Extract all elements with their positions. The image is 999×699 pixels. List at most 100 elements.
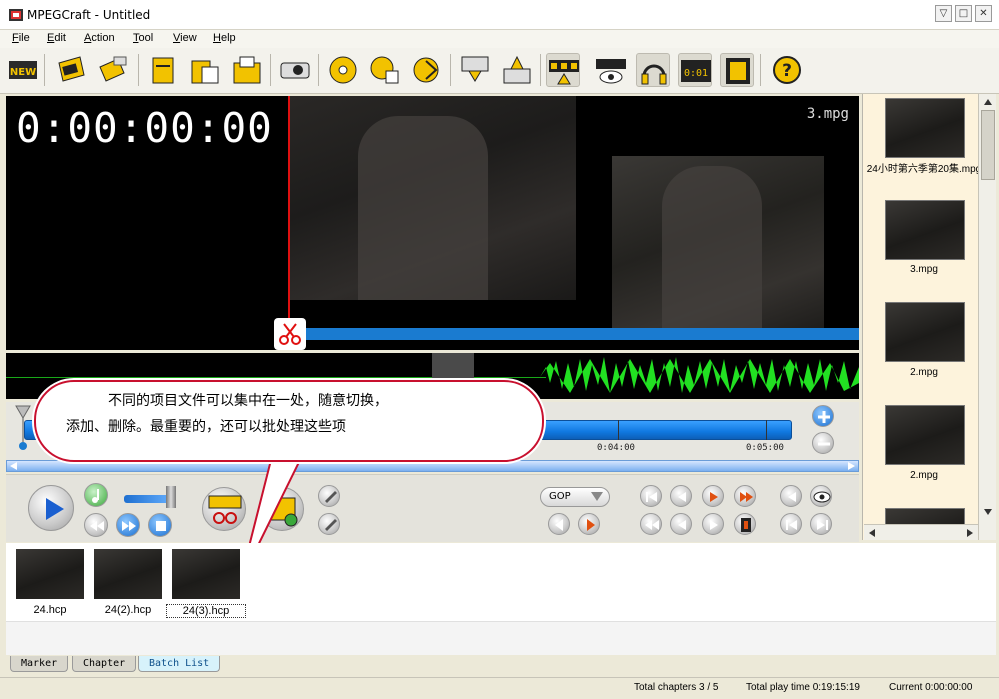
tab-chapter[interactable]: Chapter [72, 656, 137, 672]
clip-thumbnail[interactable] [885, 405, 965, 465]
playback-progress[interactable] [296, 328, 859, 340]
burn-disc-button[interactable] [326, 53, 360, 87]
marker-icon [325, 519, 337, 531]
nav-button-3[interactable] [702, 485, 724, 507]
mark-out-button[interactable] [318, 513, 340, 535]
menu-view[interactable]: View [173, 32, 197, 44]
forward-end-icon [740, 492, 753, 502]
scroll-down-icon[interactable] [981, 506, 995, 518]
preview-button[interactable] [594, 53, 628, 87]
minimize-button[interactable]: ▽ [935, 5, 952, 22]
headphones-icon [641, 64, 667, 85]
batch-thumbnail[interactable] [172, 549, 240, 599]
open-video-button[interactable] [54, 53, 88, 87]
nav-button-9[interactable] [780, 485, 802, 507]
batch-item-label[interactable]: 24.hcp [10, 604, 90, 616]
tab-batch-list[interactable]: Batch List [138, 656, 221, 672]
clip-list-scrollbar[interactable] [978, 94, 996, 540]
prev-gop-button[interactable] [548, 513, 570, 535]
clip-list-hscrollbar[interactable] [864, 524, 978, 540]
waveform-signal [540, 357, 859, 393]
clip-name: 3.mpg [806, 106, 849, 122]
scroll-up-icon[interactable] [981, 96, 995, 108]
batch-item-label[interactable]: 24(2).hcp [88, 604, 168, 616]
export-button[interactable] [500, 53, 534, 87]
menu-file[interactable]: File [12, 32, 30, 44]
menu-tool[interactable]: Tool [133, 32, 153, 44]
scroll-left-icon[interactable] [9, 462, 19, 470]
save-icon [233, 56, 261, 84]
batch-thumbnail[interactable] [94, 549, 162, 599]
stop-button[interactable] [148, 513, 172, 537]
capture-button[interactable] [278, 53, 312, 87]
next-gop-button[interactable] [578, 513, 600, 535]
timecode-button[interactable]: 0:01 [678, 53, 712, 87]
help-button[interactable]: ? [770, 53, 804, 87]
nav-button-5[interactable] [640, 513, 662, 535]
nav-button-10[interactable] [780, 513, 802, 535]
batch-list[interactable]: 24.hcp 24(2).hcp 24(3).hcp [6, 543, 996, 655]
gop-select[interactable]: GOP [540, 487, 610, 507]
batch-item-label-selected[interactable]: 24(3).hcp [166, 604, 246, 618]
disc-export-button[interactable] [410, 53, 444, 87]
plus-icon [818, 411, 830, 423]
rewind-icon [90, 521, 104, 531]
new-project-button[interactable]: NEW [6, 53, 40, 87]
cut-marker[interactable] [274, 318, 306, 350]
nav-button-6[interactable] [670, 513, 692, 535]
view-chapter-button[interactable] [810, 485, 832, 507]
import-button[interactable] [458, 53, 492, 87]
status-playtime: Total play time 0:19:15:19 [746, 682, 860, 693]
audio-button[interactable] [636, 53, 670, 87]
scroll-left-icon[interactable] [866, 527, 878, 539]
help-icon: ? [773, 56, 801, 84]
volume-knob[interactable] [166, 486, 176, 508]
clip-button[interactable] [720, 53, 754, 87]
fast-forward-button[interactable] [116, 513, 140, 537]
title-bar: MPEGCraft - Untitled ▽ □ ✕ [0, 0, 999, 30]
clip-thumbnail[interactable] [885, 302, 965, 362]
close-button[interactable]: ✕ [975, 5, 992, 22]
disc-icon [329, 56, 357, 84]
stop-icon [156, 521, 166, 531]
scroll-thumb[interactable] [981, 110, 995, 180]
status-current: Current 0:00:00:00 [889, 682, 973, 693]
rewind-button[interactable] [84, 513, 108, 537]
zoom-in-button[interactable] [812, 405, 834, 427]
timeline-tick-label: 0:04:00 [597, 443, 635, 453]
nav-button-2[interactable] [670, 485, 692, 507]
playback-controls: GOP [6, 474, 859, 542]
callout-line-2: 添加、删除。最重要的，还可以批处理这些项 [66, 419, 346, 435]
nav-button-11[interactable] [810, 513, 832, 535]
edit-video-button[interactable] [96, 53, 130, 87]
open-file-button[interactable] [188, 53, 222, 87]
batch-thumbnail[interactable] [16, 549, 84, 599]
toolbar: NEW 0:01 ? [0, 48, 999, 94]
clip-thumbnail[interactable] [885, 200, 965, 260]
video-preview[interactable]: 0:00:00:00 3.mpg [6, 96, 859, 350]
svg-text:NEW: NEW [10, 67, 36, 78]
status-bar: Total chapters 3 / 5 Total play time 0:1… [0, 677, 999, 699]
nav-button-1[interactable] [640, 485, 662, 507]
clip-thumbnail[interactable] [885, 98, 965, 158]
menu-edit[interactable]: Edit [47, 32, 66, 44]
save-file-button[interactable] [230, 53, 264, 87]
tab-marker[interactable]: Marker [10, 656, 69, 672]
scroll-right-icon[interactable] [964, 527, 976, 539]
audio-toggle-button[interactable] [84, 483, 108, 507]
maximize-button[interactable]: □ [955, 5, 972, 22]
disc-menu-button[interactable] [368, 53, 402, 87]
timeline-view-button[interactable] [546, 53, 580, 87]
clip-list[interactable]: 24小时第六季第20集.mpg 3.mpg 2.mpg 2.mpg [862, 94, 996, 540]
menu-action[interactable]: Action [84, 32, 115, 44]
nav-button-4[interactable] [734, 485, 756, 507]
scroll-right-icon[interactable] [846, 462, 856, 470]
timeline-tick-label: 0:05:00 [746, 443, 784, 453]
play-button[interactable] [28, 485, 74, 531]
new-file-button[interactable] [146, 53, 180, 87]
zoom-out-button[interactable] [812, 432, 834, 454]
nav-button-7[interactable] [702, 513, 724, 535]
nav-button-8[interactable] [734, 513, 756, 535]
mark-in-button[interactable] [318, 485, 340, 507]
menu-help[interactable]: Help [213, 32, 236, 44]
